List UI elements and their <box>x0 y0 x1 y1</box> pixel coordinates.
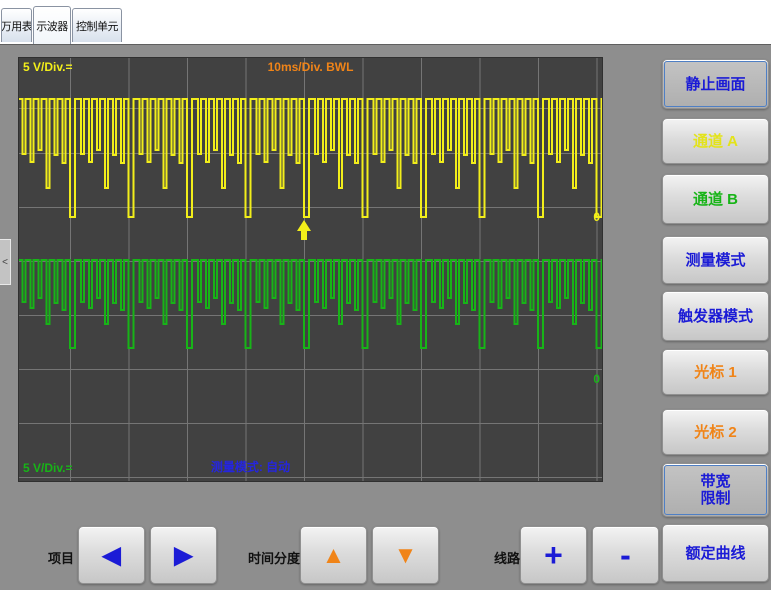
channel-a-button[interactable]: 通道 A <box>662 118 769 164</box>
time-division-group-label: 时间分度 <box>248 548 300 567</box>
main-panel: 5 V/Div.= 10ms/Div. BWL 5 V/Div.= 测量模式: … <box>0 44 771 590</box>
item-next-button[interactable]: ▶ <box>150 526 217 584</box>
tab-bar: 万用表 示波器 控制单元 <box>0 0 771 44</box>
time-division-down-button[interactable]: ▼ <box>372 526 439 584</box>
trigger-mode-button[interactable]: 触发器模式 <box>662 291 769 341</box>
triangle-right-icon: ▶ <box>174 547 192 564</box>
plus-icon: + <box>544 539 563 571</box>
channel-a-zero-marker: 0 <box>593 210 600 224</box>
channel-a-waveform <box>19 99 603 217</box>
channel-b-button[interactable]: 通道 B <box>662 174 769 224</box>
bandwidth-limit-button[interactable]: 带宽 限制 <box>662 463 769 517</box>
triangle-down-icon: ▼ <box>394 547 418 564</box>
line-plus-button[interactable]: + <box>520 526 587 584</box>
timebase-label: 10ms/Div. BWL <box>19 60 602 74</box>
measure-mode-label: 测量模式: 自动 <box>19 458 482 475</box>
tab-oscilloscope[interactable]: 示波器 <box>33 6 71 44</box>
item-prev-button[interactable]: ◀ <box>78 526 145 584</box>
rated-curve-button[interactable]: 额定曲线 <box>662 524 769 582</box>
channel-b-waveform <box>19 260 603 348</box>
bandwidth-limit-line1: 带宽 <box>700 473 730 490</box>
time-division-up-button[interactable]: ▲ <box>300 526 367 584</box>
bandwidth-limit-line2: 限制 <box>700 490 730 507</box>
channel-b-zero-marker: 0 <box>593 372 600 386</box>
triangle-left-icon: ◀ <box>102 547 120 564</box>
minus-icon: - <box>620 539 631 571</box>
trigger-marker-icon <box>297 220 311 240</box>
oscilloscope-screen: 5 V/Div.= 10ms/Div. BWL 5 V/Div.= 测量模式: … <box>18 57 603 482</box>
line-minus-button[interactable]: - <box>592 526 659 584</box>
sidebar-collapse-handle[interactable]: < <box>0 239 11 285</box>
tab-multimeter[interactable]: 万用表 <box>1 8 32 42</box>
triangle-up-icon: ▲ <box>322 547 346 564</box>
tab-control-unit[interactable]: 控制单元 <box>72 8 122 42</box>
cursor-2-button[interactable]: 光标 2 <box>662 409 769 455</box>
item-group-label: 项目 <box>48 548 74 567</box>
measure-mode-button[interactable]: 测量模式 <box>662 236 769 284</box>
waveform-canvas <box>19 58 603 482</box>
chevron-left-icon: < <box>2 257 8 268</box>
freeze-frame-button[interactable]: 静止画面 <box>662 59 769 109</box>
line-group-label: 线路 <box>494 548 520 567</box>
cursor-1-button[interactable]: 光标 1 <box>662 349 769 395</box>
